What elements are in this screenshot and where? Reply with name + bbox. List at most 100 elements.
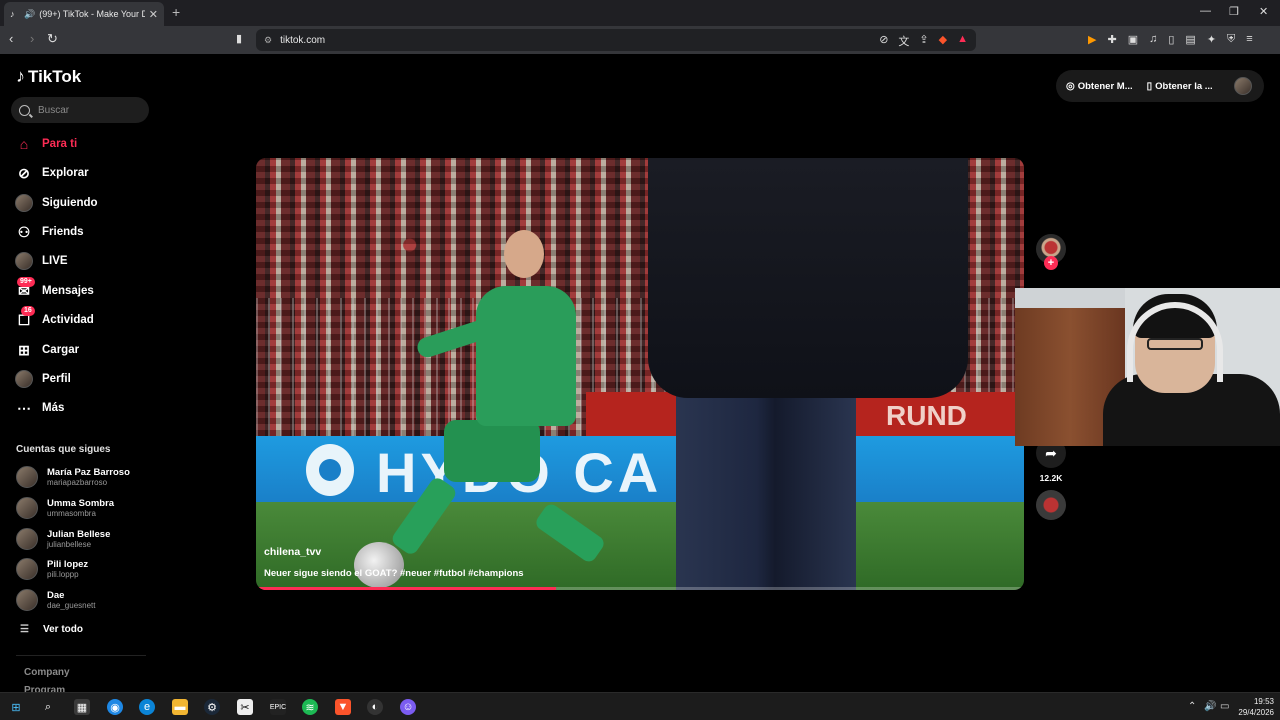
extensions-icon[interactable]: ✚: [1107, 33, 1116, 46]
screenshot-icon[interactable]: ▣: [1128, 33, 1138, 46]
share-page-icon[interactable]: ⇪: [919, 33, 928, 49]
following-account[interactable]: Pili lopez pili.loppp: [16, 557, 88, 581]
nav-live[interactable]: LIVE: [15, 250, 155, 272]
plus-icon[interactable]: +: [172, 4, 180, 20]
footer-company-link[interactable]: Company: [24, 667, 70, 678]
close-window-icon[interactable]: ✕: [1259, 5, 1268, 18]
translate-icon[interactable]: 文: [898, 33, 909, 49]
volume-icon[interactable]: 🔊: [1204, 701, 1216, 712]
tray-chevron-icon[interactable]: ⌃: [1188, 701, 1196, 712]
epic-games-icon[interactable]: EPIC: [270, 699, 286, 715]
see-all-link[interactable]: ☰ Ver todo: [20, 624, 83, 635]
wallet-icon[interactable]: ▤: [1185, 33, 1195, 46]
brave-rewards-icon[interactable]: ▲: [957, 33, 968, 49]
get-app-button[interactable]: Obtener la ...: [1155, 81, 1213, 92]
network-icon[interactable]: ▭: [1220, 701, 1229, 712]
avatar: [16, 466, 38, 488]
phone-icon: ▯: [1146, 80, 1153, 92]
app-icon[interactable]: ◉: [107, 699, 123, 715]
logo-text: TikTok: [28, 66, 82, 86]
system-clock[interactable]: 19:53 29/4/2026: [1234, 696, 1274, 718]
following-section-title: Cuentas que sigues: [16, 444, 111, 455]
brave-icon[interactable]: ▼: [335, 699, 351, 715]
windows-taskbar: ⊞ ⌕ ▦ ◉ e ▬ ⚙ ✂ EPIC ≋ ▼ ◐ ☺ ⌃ 🔊 ▭ 19:53…: [0, 692, 1280, 720]
activity-badge: 16: [21, 306, 35, 316]
reload-icon[interactable]: ↻: [47, 32, 58, 46]
play-icon[interactable]: ▶: [1088, 33, 1096, 46]
file-explorer-icon[interactable]: ▬: [172, 699, 188, 715]
music-disc[interactable]: [1036, 490, 1066, 520]
menu-icon[interactable]: ≡: [1246, 33, 1252, 46]
capcut-icon[interactable]: ✂: [237, 699, 253, 715]
obs-icon[interactable]: ◐: [367, 699, 383, 715]
windows-start-icon[interactable]: ⊞: [8, 699, 24, 715]
steam-icon[interactable]: ⚙: [204, 699, 220, 715]
nav-label: LIVE: [42, 255, 68, 267]
clock-time: 19:53: [1253, 697, 1274, 706]
brave-shield-icon[interactable]: ◆: [939, 33, 947, 49]
nav-mensajes[interactable]: ✉ 99+ Mensajes: [15, 277, 155, 302]
following-account[interactable]: Umma Sombra ummasombra: [16, 496, 114, 520]
foreground-person-legs: [676, 388, 856, 590]
sidebar-toggle-icon[interactable]: ▯: [1168, 33, 1174, 46]
nav-cargar[interactable]: ⊞ Cargar: [15, 339, 155, 361]
search-input[interactable]: Buscar: [11, 97, 149, 123]
store-icon[interactable]: ▦: [74, 699, 90, 715]
nav-actividad[interactable]: ☐ 16 Actividad: [15, 306, 155, 331]
activity-icon: ☐ 16: [15, 306, 35, 329]
bookmark-icon[interactable]: ▮: [236, 32, 242, 46]
account-handle: mariapazbarroso: [47, 477, 108, 487]
goalkeeper-head: [504, 230, 544, 278]
nav-explorar[interactable]: ⊘ Explorar: [15, 162, 155, 184]
speaker-icon[interactable]: 🔊: [24, 9, 35, 20]
browser-tab[interactable]: ♪ 🔊 (99+) TikTok - Make Your Day ✕: [4, 2, 164, 26]
video-progress-bar[interactable]: [256, 587, 1024, 590]
account-handle: dae_guesnett: [47, 600, 96, 610]
address-bar[interactable]: ⚙ tiktok.com ⊘ 文 ⇪ ◆ ▲: [256, 29, 976, 51]
coins-icon: ◎: [1066, 80, 1075, 92]
minimize-icon[interactable]: —: [1200, 5, 1211, 17]
nav-label: Mensajes: [42, 285, 94, 297]
forward-icon[interactable]: ›: [30, 32, 34, 46]
search-icon[interactable]: ⌕: [40, 699, 56, 715]
user-avatar[interactable]: [1234, 77, 1252, 95]
clock-date: 29/4/2026: [1238, 708, 1274, 717]
extension-icons: ▶ ✚ ▣ ♫ ▯ ▤ ✦ ⛨ ≡: [1088, 33, 1253, 46]
nav-label: Siguiendo: [42, 197, 98, 209]
nav-siguiendo[interactable]: Siguiendo: [15, 192, 155, 214]
nav-perfil[interactable]: Perfil: [15, 368, 155, 390]
site-info-icon[interactable]: ⚙: [264, 35, 272, 46]
nav-para-ti[interactable]: ⌂ Para ti: [15, 133, 155, 155]
ai-sparkle-icon[interactable]: ✦: [1207, 33, 1216, 46]
music-note-icon[interactable]: ♫: [1149, 33, 1157, 46]
vpn-shield-icon[interactable]: ⛨: [1227, 33, 1235, 46]
nav-label: Cargar: [42, 344, 80, 356]
video-player[interactable]: RUND HYDO CA chilena_tvv Neuer sigue sie…: [256, 158, 1024, 590]
account-name: Umma Sombra: [47, 497, 115, 509]
nav-friends[interactable]: ⚇ Friends: [15, 221, 155, 243]
edge-icon[interactable]: e: [139, 699, 155, 715]
video-username[interactable]: chilena_tvv: [264, 546, 321, 558]
discord-icon[interactable]: ☺: [400, 699, 416, 715]
profile-avatar: [15, 370, 33, 388]
tab-title: (99+) TikTok - Make Your Day: [39, 9, 145, 19]
video-description: Neuer sigue siendo el GOAT? #neuer #futb…: [264, 568, 524, 579]
spotify-icon[interactable]: ≋: [302, 699, 318, 715]
restore-icon[interactable]: ❐: [1229, 5, 1239, 18]
back-icon[interactable]: ‹: [9, 32, 13, 46]
avatar: [16, 558, 38, 580]
upload-icon: ⊞: [18, 341, 30, 358]
tiktok-logo[interactable]: ♪ TikTok: [16, 66, 81, 87]
account-handle: pili.loppp: [47, 569, 79, 579]
home-icon: ⌂: [19, 136, 29, 152]
get-coins-button[interactable]: Obtener M...: [1078, 81, 1133, 92]
account-name: Julian Bellese: [47, 528, 111, 540]
following-account[interactable]: Dae dae_guesnett: [16, 588, 96, 612]
block-icon[interactable]: ⊘: [879, 33, 888, 49]
close-tab-icon[interactable]: ✕: [149, 8, 158, 21]
list-icon: ☰: [20, 624, 29, 635]
nav-mas[interactable]: ⋯ Más: [15, 397, 155, 419]
following-account[interactable]: María Paz Barroso mariapazbarroso: [16, 465, 130, 489]
following-account[interactable]: Julian Bellese julianbellese: [16, 527, 110, 551]
follow-plus-icon[interactable]: +: [1044, 256, 1058, 270]
